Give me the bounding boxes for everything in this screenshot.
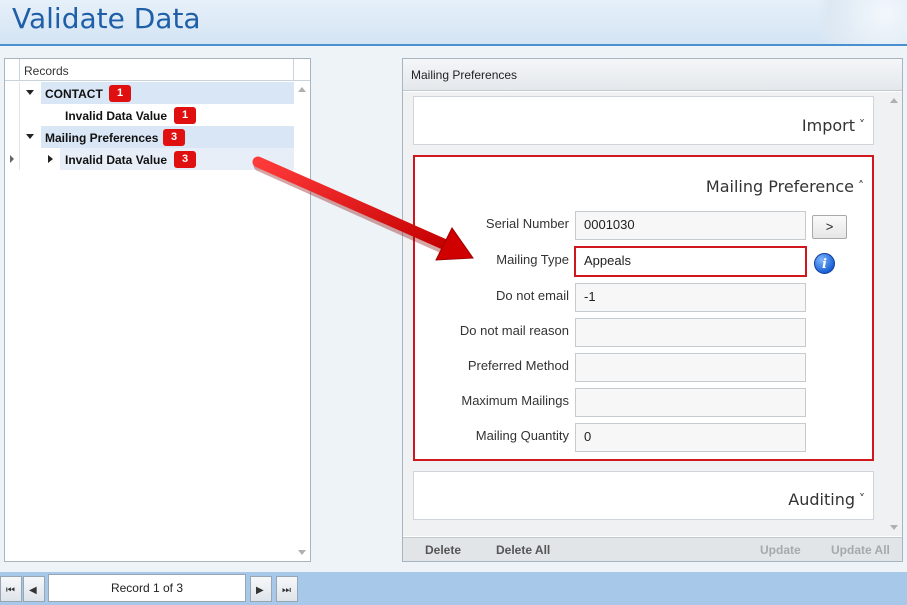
- serial-number-field[interactable]: 0001030: [575, 211, 806, 240]
- delete-button[interactable]: Delete: [425, 543, 461, 557]
- first-record-button[interactable]: ⏮: [0, 576, 22, 602]
- section-title[interactable]: Import ˅: [802, 116, 865, 135]
- error-count-badge: 1: [109, 85, 131, 102]
- do-not-email-field[interactable]: -1: [575, 283, 806, 312]
- error-count-badge: 3: [163, 129, 185, 146]
- detail-footer: Delete Delete All Update Update All: [403, 537, 902, 561]
- title-decoration: [797, 0, 907, 44]
- chevron-up-icon: ˄: [858, 179, 864, 193]
- title-bar: Validate Data: [0, 0, 907, 46]
- next-icon: ▶: [256, 585, 264, 596]
- tree-row-contact[interactable]: CONTACT 1: [5, 82, 294, 104]
- tree-item-label: Invalid Data Value: [65, 109, 168, 123]
- expand-toggle-icon[interactable]: [48, 155, 53, 163]
- row-gutter: [5, 82, 20, 104]
- preferred-method-label: Preferred Method: [467, 358, 569, 373]
- row-gutter: [5, 148, 20, 170]
- tree-item-label: Mailing Preferences: [45, 131, 159, 145]
- header-separator: [293, 59, 294, 81]
- expand-toggle-icon[interactable]: [26, 134, 34, 139]
- mailing-type-label: Mailing Type: [496, 252, 569, 267]
- row-gutter: [5, 104, 20, 126]
- mailing-quantity-label: Mailing Quantity: [475, 428, 569, 443]
- update-button[interactable]: Update: [760, 543, 801, 557]
- window-title: Validate Data: [12, 2, 201, 35]
- tree-row-mailing-preferences[interactable]: Mailing Preferences 3: [5, 126, 294, 148]
- tree-scrollbar[interactable]: [294, 81, 310, 561]
- tree-item-label: Invalid Data Value: [65, 153, 168, 167]
- detail-scrollbar[interactable]: [886, 92, 902, 536]
- do-not-email-label: Do not email: [496, 288, 569, 303]
- mailing-quantity-field[interactable]: 0: [575, 423, 806, 452]
- scroll-down-icon[interactable]: [298, 550, 306, 555]
- expand-toggle-icon[interactable]: [26, 90, 34, 95]
- error-count-badge: 1: [174, 107, 196, 124]
- header-gutter: [5, 59, 20, 81]
- preferred-method-field[interactable]: [575, 353, 806, 382]
- info-icon[interactable]: i: [814, 253, 835, 274]
- do-not-mail-reason-field[interactable]: [575, 318, 806, 347]
- section-title[interactable]: Auditing ˅: [788, 490, 865, 509]
- mailing-type-field[interactable]: Appeals: [574, 246, 807, 277]
- tree-row-mailing-invalid[interactable]: Invalid Data Value 3: [5, 148, 294, 170]
- section-title[interactable]: Mailing Preference ˄: [706, 177, 864, 196]
- detail-header: Mailing Preferences: [403, 59, 902, 91]
- scroll-up-icon[interactable]: [298, 87, 306, 92]
- auditing-section[interactable]: Auditing ˅: [413, 471, 874, 520]
- chevron-down-icon: ˅: [859, 492, 865, 506]
- maximum-mailings-field[interactable]: [575, 388, 806, 417]
- tree-item-label: CONTACT: [45, 87, 103, 101]
- serial-number-label: Serial Number: [485, 216, 569, 231]
- scroll-down-icon[interactable]: [890, 525, 898, 530]
- serial-lookup-button[interactable]: >: [812, 215, 847, 239]
- detail-header-title: Mailing Preferences: [411, 68, 518, 82]
- next-record-button[interactable]: ▶: [250, 576, 272, 602]
- row-gutter: [5, 126, 20, 148]
- import-section[interactable]: Import ˅: [413, 96, 874, 145]
- current-row-marker-icon: [10, 155, 14, 163]
- auditing-section-title: Auditing: [788, 490, 855, 509]
- maximum-mailings-label: Maximum Mailings: [461, 393, 569, 408]
- error-count-badge: 3: [174, 151, 196, 168]
- mailing-preference-section-title: Mailing Preference: [705, 177, 854, 196]
- last-icon: ⏭: [282, 585, 291, 596]
- record-position: Record 1 of 3: [48, 574, 246, 602]
- last-record-button[interactable]: ⏭: [276, 576, 298, 602]
- delete-all-button[interactable]: Delete All: [496, 543, 550, 557]
- scroll-up-icon[interactable]: [890, 98, 898, 103]
- previous-icon: ◀: [29, 585, 37, 596]
- do-not-mail-reason-label: Do not mail reason: [459, 323, 569, 338]
- chevron-down-icon: ˅: [859, 118, 865, 132]
- update-all-button[interactable]: Update All: [831, 543, 890, 557]
- records-tree-header: Records: [5, 59, 310, 81]
- previous-record-button[interactable]: ◀: [23, 576, 45, 602]
- import-section-title: Import: [801, 116, 855, 135]
- first-icon: ⏮: [6, 585, 15, 596]
- records-header-label: Records: [24, 64, 69, 78]
- tree-row-contact-invalid[interactable]: Invalid Data Value 1: [5, 104, 294, 126]
- records-tree-panel: Records CONTACT 1 Invalid Data Value 1 M…: [4, 58, 311, 562]
